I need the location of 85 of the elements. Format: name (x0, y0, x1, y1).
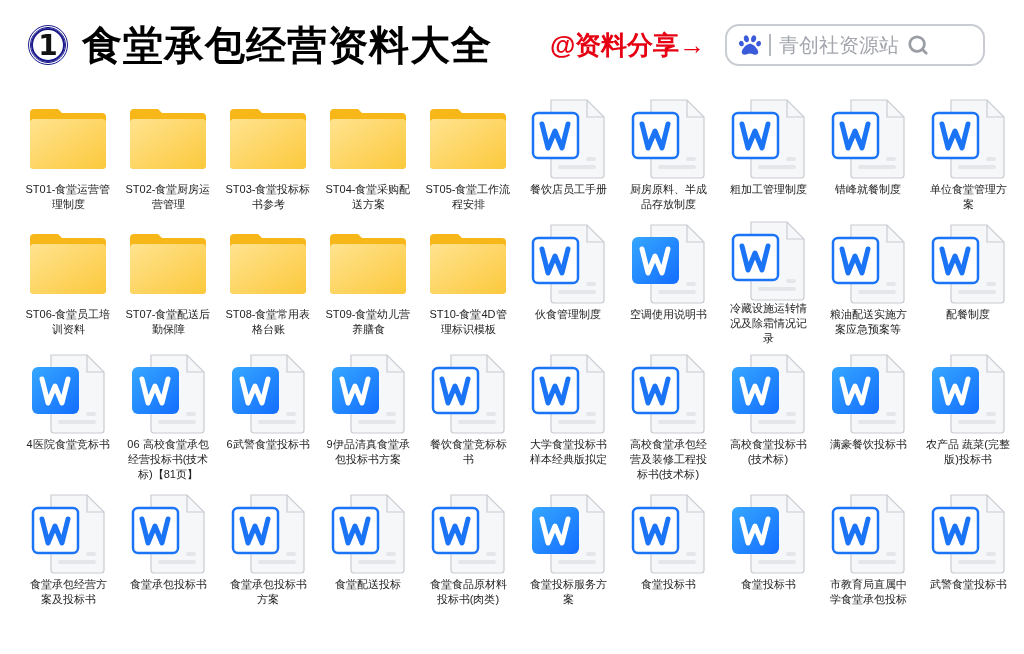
folder-icon (128, 232, 208, 296)
folder-name[interactable]: ST01-食堂运营管理制度 (25, 182, 111, 212)
search-placeholder: 青创社资源站 (779, 32, 900, 58)
file-name[interactable]: 食堂投标书 (725, 577, 811, 592)
file-name[interactable]: 4医院食堂竞标书 (25, 437, 111, 452)
folder-name[interactable]: ST05-食堂工作流程安排 (425, 182, 511, 212)
word-document-icon (431, 494, 505, 574)
file-name[interactable]: 9伊品清真食堂承包投标书方案 (325, 437, 411, 467)
word-document-icon (531, 494, 605, 574)
folder-name[interactable]: ST06-食堂员工培训资料 (25, 307, 111, 337)
word-document-icon (831, 224, 905, 304)
word-document-icon (731, 494, 805, 574)
folder-name[interactable]: ST03-食堂投标标书参考 (225, 182, 311, 212)
word-document-icon (731, 221, 805, 301)
file-name[interactable]: 食堂承包投标书方案 (225, 577, 311, 607)
folder-icon (428, 107, 508, 171)
file-name[interactable]: 06 高校食堂承包经营投标书(技术标)【81页】 (125, 437, 211, 482)
file-name[interactable]: 配餐制度 (925, 307, 1011, 322)
word-document-icon (631, 99, 705, 179)
folder-icon (28, 232, 108, 296)
folder-icon (128, 107, 208, 171)
file-name[interactable]: 高校食堂投标书(技术标) (725, 437, 811, 467)
file-name[interactable]: 食堂配送投标 (325, 577, 411, 592)
word-document-icon (331, 494, 405, 574)
folder-name[interactable]: ST04-食堂采购配送方案 (325, 182, 411, 212)
file-name[interactable]: 食堂承包投标书 (125, 577, 211, 592)
file-name[interactable]: 食堂承包经营方案及投标书 (25, 577, 111, 607)
word-document-icon (631, 354, 705, 434)
word-document-icon (931, 99, 1005, 179)
folder-icon (228, 232, 308, 296)
folder-icon (228, 107, 308, 171)
file-name[interactable]: 错峰就餐制度 (825, 182, 911, 197)
word-document-icon (131, 494, 205, 574)
file-name[interactable]: 伙食管理制度 (525, 307, 611, 322)
word-document-icon (131, 354, 205, 434)
file-name[interactable]: 粗加工管理制度 (725, 182, 811, 197)
file-name[interactable]: 餐饮店员工手册 (525, 182, 611, 197)
word-document-icon (631, 224, 705, 304)
folder-icon (428, 232, 508, 296)
file-name[interactable]: 冷藏设施运转情况及除霜情况记录 (725, 301, 811, 345)
file-name[interactable]: 食堂投标书 (625, 577, 711, 592)
word-document-icon (531, 354, 605, 434)
folder-name[interactable]: ST09-食堂幼儿营养膳食 (325, 307, 411, 337)
folder-icon (328, 232, 408, 296)
search-icon[interactable] (907, 34, 930, 56)
word-document-icon (631, 494, 705, 574)
file-name[interactable]: 餐饮食堂竞标标书 (425, 437, 511, 467)
folder-name[interactable]: ST07-食堂配送后勤保障 (125, 307, 211, 337)
word-document-icon (931, 494, 1005, 574)
file-name[interactable]: 食堂投标服务方案 (525, 577, 611, 607)
word-document-icon (231, 494, 305, 574)
word-document-icon (831, 99, 905, 179)
word-document-icon (931, 224, 1005, 304)
folder-name[interactable]: ST10-食堂4D管理标识模板 (425, 307, 511, 337)
folder-icon (28, 107, 108, 171)
file-name[interactable]: 武警食堂投标书 (925, 577, 1011, 592)
file-name[interactable]: 粮油配送实施方案应急预案等 (825, 307, 911, 337)
word-document-icon (531, 224, 605, 304)
file-name[interactable]: 单位食堂管理方案 (925, 182, 1011, 212)
file-name[interactable]: 市教育局直属中学食堂承包投标 (825, 577, 911, 607)
word-document-icon (831, 494, 905, 574)
file-name[interactable]: 满豪餐饮投标书 (825, 437, 911, 452)
word-document-icon (31, 494, 105, 574)
folder-name[interactable]: ST02-食堂厨房运营管理 (125, 182, 211, 212)
word-document-icon (31, 354, 105, 434)
paw-icon (739, 34, 762, 56)
word-document-icon (331, 354, 405, 434)
file-name[interactable]: 农产品 蔬菜(完整版)投标书 (925, 437, 1011, 467)
folder-name[interactable]: ST08-食堂常用表格台账 (225, 307, 311, 337)
folder-icon (328, 107, 408, 171)
word-document-icon (731, 354, 805, 434)
file-name[interactable]: 大学食堂投标书样本经典版拟定 (525, 437, 611, 467)
file-name[interactable]: 空调使用说明书 (625, 307, 711, 322)
word-document-icon (431, 354, 505, 434)
word-document-icon (831, 354, 905, 434)
file-name[interactable]: 高校食堂承包经营及装修工程投标书(技术标) (625, 437, 711, 482)
file-name[interactable]: 6武警食堂投标书 (225, 437, 311, 452)
file-name[interactable]: 食堂食品原材料投标书(肉类) (425, 577, 511, 607)
word-document-icon (231, 354, 305, 434)
share-label: @资料分享→ (550, 28, 706, 62)
file-name[interactable]: 厨房原料、半成品存放制度 (625, 182, 711, 212)
page-title: 食堂承包经营资料大全 (82, 21, 492, 69)
word-document-icon (931, 354, 1005, 434)
word-document-icon (731, 99, 805, 179)
word-document-icon (531, 99, 605, 179)
